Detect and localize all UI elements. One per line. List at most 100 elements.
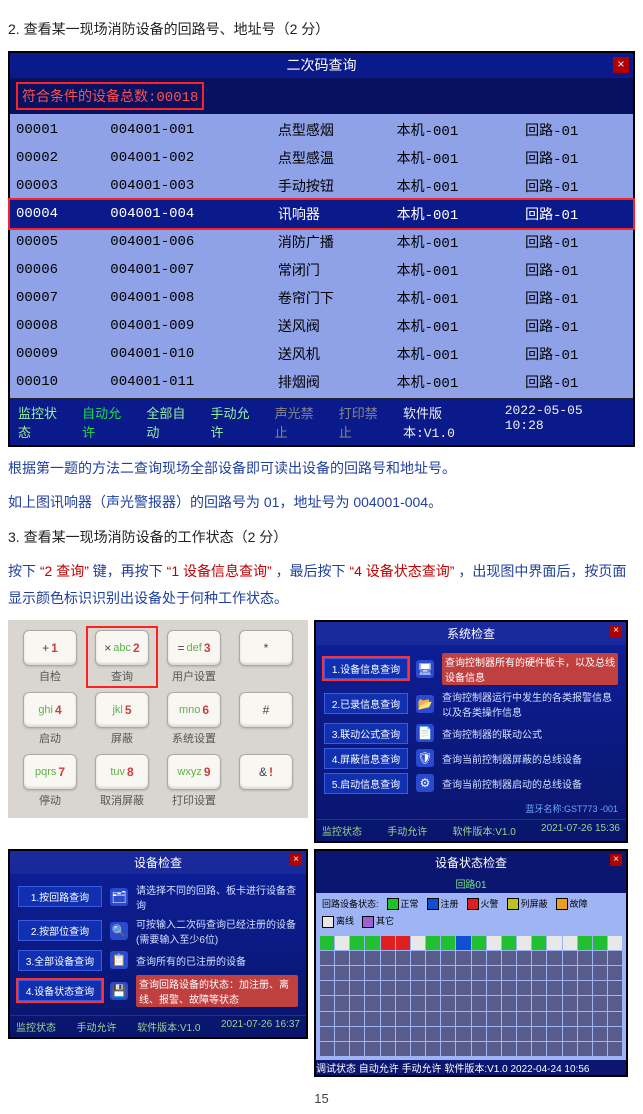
grid-cell[interactable] <box>578 1027 592 1041</box>
grid-cell[interactable] <box>532 981 546 995</box>
grid-cell[interactable] <box>365 1012 379 1026</box>
grid-cell[interactable] <box>441 951 455 965</box>
grid-cell[interactable] <box>411 951 425 965</box>
grid-cell[interactable] <box>365 996 379 1010</box>
grid-cell[interactable] <box>593 966 607 980</box>
grid-cell[interactable] <box>487 966 501 980</box>
table-row[interactable]: 00010004001-011排烟阀本机-001回路-01 <box>10 368 633 396</box>
menu-item[interactable]: 4.屏蔽信息查询🛡查询当前控制器屏蔽的总线设备 <box>324 748 618 769</box>
grid-cell[interactable] <box>532 936 546 950</box>
grid-cell[interactable] <box>335 981 349 995</box>
menu-item[interactable]: 1.按回路查询🗂请选择不同的回路、板卡进行设备查询 <box>18 882 298 912</box>
grid-cell[interactable] <box>608 966 622 980</box>
keypad-key[interactable]: &! <box>234 754 298 808</box>
grid-cell[interactable] <box>502 936 516 950</box>
grid-cell[interactable] <box>608 951 622 965</box>
grid-cell[interactable] <box>441 996 455 1010</box>
menu-item[interactable]: 5.启动信息查询⚙查询当前控制器启动的总线设备 <box>324 773 618 794</box>
grid-cell[interactable] <box>547 936 561 950</box>
menu-item[interactable]: 2.已录信息查询📂查询控制器运行中发生的各类报警信息以及各类操作信息 <box>324 689 618 719</box>
keypad-key[interactable]: # <box>234 692 298 746</box>
grid-cell[interactable] <box>350 1012 364 1026</box>
table-row[interactable]: 00001004001-001点型感烟本机-001回路-01 <box>10 116 633 144</box>
grid-cell[interactable] <box>396 936 410 950</box>
keypad-key[interactable]: * <box>234 630 298 684</box>
grid-cell[interactable] <box>350 951 364 965</box>
grid-cell[interactable] <box>487 936 501 950</box>
grid-cell[interactable] <box>547 1042 561 1056</box>
grid-cell[interactable] <box>335 996 349 1010</box>
grid-cell[interactable] <box>593 981 607 995</box>
grid-cell[interactable] <box>350 1027 364 1041</box>
grid-cell[interactable] <box>472 951 486 965</box>
grid-cell[interactable] <box>502 981 516 995</box>
menu-item[interactable]: 4.设备状态查询💾查询回路设备的状态：加注册、离线、报警、故障等状态 <box>18 975 298 1007</box>
grid-cell[interactable] <box>365 951 379 965</box>
grid-cell[interactable] <box>426 1027 440 1041</box>
grid-cell[interactable] <box>320 996 334 1010</box>
grid-cell[interactable] <box>487 1012 501 1026</box>
grid-cell[interactable] <box>593 1042 607 1056</box>
grid-cell[interactable] <box>335 1027 349 1041</box>
grid-cell[interactable] <box>578 936 592 950</box>
grid-cell[interactable] <box>563 951 577 965</box>
grid-cell[interactable] <box>456 1042 470 1056</box>
grid-cell[interactable] <box>593 951 607 965</box>
keypad-key[interactable]: +1自检 <box>18 630 82 684</box>
grid-cell[interactable] <box>456 1012 470 1026</box>
grid-cell[interactable] <box>563 996 577 1010</box>
keypad-key[interactable]: jkl5屏蔽 <box>90 692 154 746</box>
grid-cell[interactable] <box>517 936 531 950</box>
grid-cell[interactable] <box>381 1027 395 1041</box>
grid-cell[interactable] <box>502 951 516 965</box>
keypad-key[interactable]: =def3用户设置 <box>162 630 226 684</box>
menu-item[interactable]: 3.联动公式查询📄查询控制器的联动公式 <box>324 723 618 744</box>
grid-cell[interactable] <box>441 966 455 980</box>
grid-cell[interactable] <box>578 981 592 995</box>
grid-cell[interactable] <box>381 1042 395 1056</box>
grid-cell[interactable] <box>320 1042 334 1056</box>
keypad-key[interactable]: pqrs7停动 <box>18 754 82 808</box>
grid-cell[interactable] <box>381 936 395 950</box>
grid-cell[interactable] <box>608 1042 622 1056</box>
grid-cell[interactable] <box>532 1027 546 1041</box>
grid-cell[interactable] <box>532 951 546 965</box>
grid-cell[interactable] <box>532 966 546 980</box>
grid-cell[interactable] <box>487 1042 501 1056</box>
grid-cell[interactable] <box>487 951 501 965</box>
grid-cell[interactable] <box>426 966 440 980</box>
grid-cell[interactable] <box>472 1042 486 1056</box>
grid-cell[interactable] <box>563 966 577 980</box>
grid-cell[interactable] <box>487 1027 501 1041</box>
grid-cell[interactable] <box>563 936 577 950</box>
grid-cell[interactable] <box>472 1027 486 1041</box>
grid-cell[interactable] <box>547 996 561 1010</box>
keypad-key[interactable]: tuv8取消屏蔽 <box>90 754 154 808</box>
grid-cell[interactable] <box>335 1012 349 1026</box>
grid-cell[interactable] <box>441 1042 455 1056</box>
grid-cell[interactable] <box>335 936 349 950</box>
grid-cell[interactable] <box>365 966 379 980</box>
grid-cell[interactable] <box>365 1042 379 1056</box>
table-row[interactable]: 00004004001-004讯响器本机-001回路-01 <box>10 200 633 228</box>
grid-cell[interactable] <box>456 1027 470 1041</box>
grid-cell[interactable] <box>441 1012 455 1026</box>
grid-cell[interactable] <box>578 1012 592 1026</box>
grid-cell[interactable] <box>547 1012 561 1026</box>
grid-cell[interactable] <box>426 1042 440 1056</box>
keypad-key[interactable]: ghi4启动 <box>18 692 82 746</box>
grid-cell[interactable] <box>335 1042 349 1056</box>
grid-cell[interactable] <box>320 1012 334 1026</box>
grid-cell[interactable] <box>335 966 349 980</box>
grid-cell[interactable] <box>517 966 531 980</box>
grid-cell[interactable] <box>472 996 486 1010</box>
grid-cell[interactable] <box>456 981 470 995</box>
table-row[interactable]: 00006004001-007常闭门本机-001回路-01 <box>10 256 633 284</box>
menu-item[interactable]: 3.全部设备查询📋查询所有的已注册的设备 <box>18 950 298 971</box>
table-row[interactable]: 00008004001-009送风阀本机-001回路-01 <box>10 312 633 340</box>
grid-cell[interactable] <box>320 966 334 980</box>
grid-cell[interactable] <box>411 981 425 995</box>
grid-cell[interactable] <box>593 1012 607 1026</box>
grid-cell[interactable] <box>426 951 440 965</box>
grid-cell[interactable] <box>517 951 531 965</box>
